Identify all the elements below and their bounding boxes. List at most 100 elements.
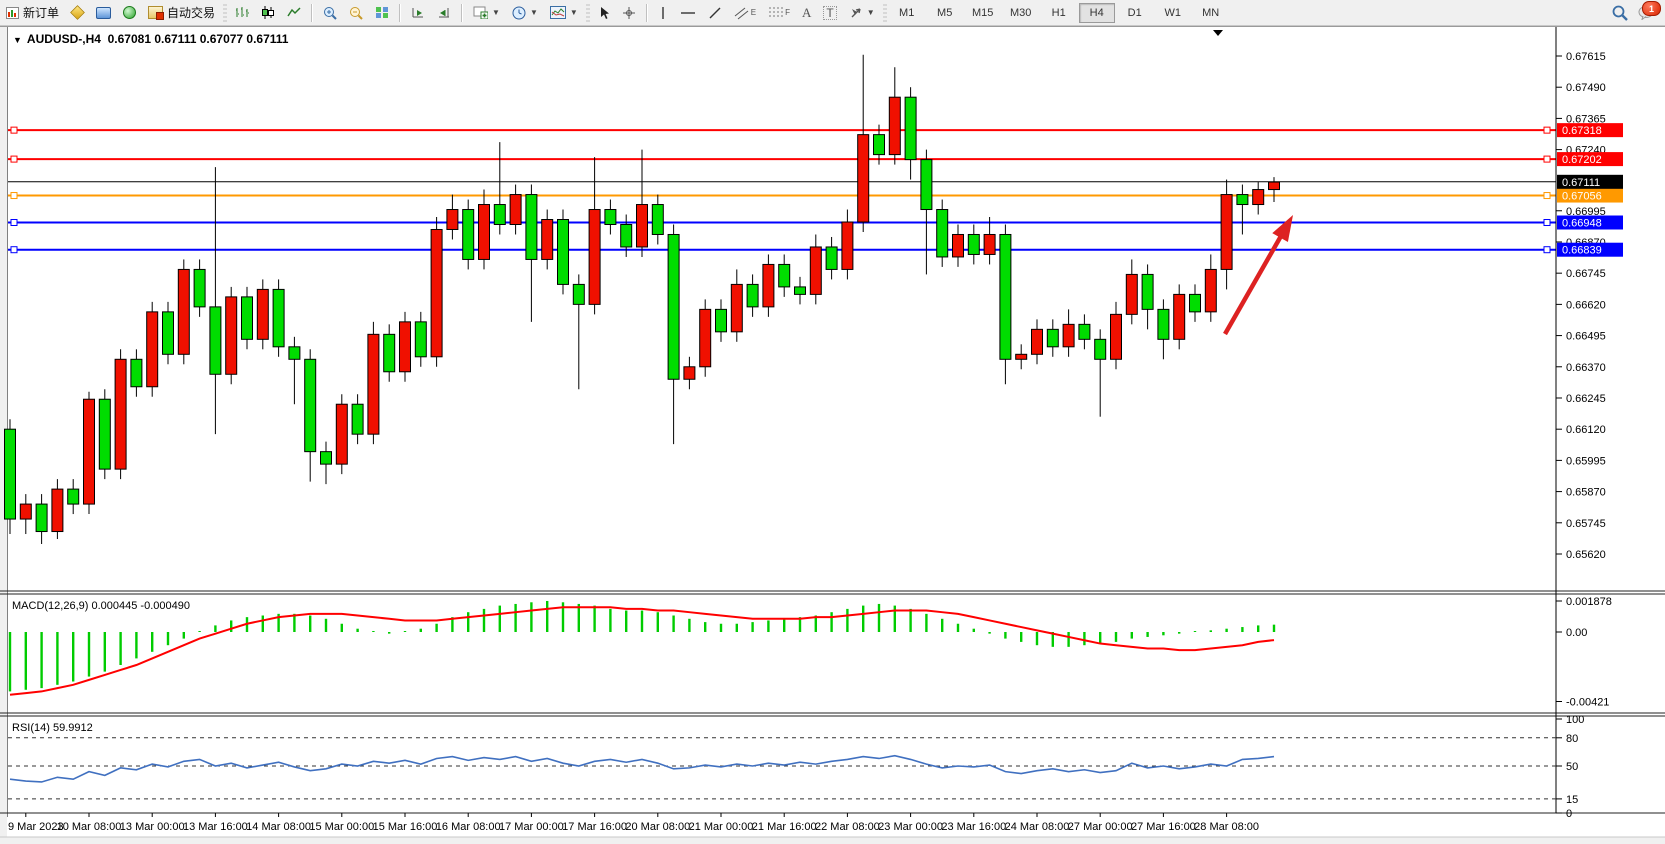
svg-text:28 Mar 08:00: 28 Mar 08:00 bbox=[1194, 821, 1259, 833]
svg-text:17 Mar 00:00: 17 Mar 00:00 bbox=[499, 821, 564, 833]
candle bbox=[826, 247, 837, 269]
line-handle bbox=[11, 219, 17, 225]
new-order-label: 新订单 bbox=[23, 4, 59, 21]
candle bbox=[558, 220, 569, 285]
toolbar-separator bbox=[399, 4, 401, 22]
line-handle bbox=[11, 127, 17, 133]
line-handle bbox=[1544, 247, 1550, 253]
chart-shift-button[interactable] bbox=[431, 2, 457, 24]
notifications-icon[interactable]: 1 bbox=[1638, 5, 1655, 20]
tile-windows-button[interactable] bbox=[369, 2, 395, 24]
svg-text:0.66745: 0.66745 bbox=[1566, 268, 1606, 280]
svg-text:100: 100 bbox=[1566, 714, 1584, 726]
timeframe-button-h1[interactable]: H1 bbox=[1041, 3, 1077, 23]
templates-button[interactable]: ▼ bbox=[544, 2, 584, 24]
candle bbox=[289, 347, 300, 359]
label-tool-button[interactable]: T bbox=[817, 2, 842, 24]
candle bbox=[368, 334, 379, 434]
zoom-out-button[interactable] bbox=[343, 2, 369, 24]
candle bbox=[795, 287, 806, 294]
timeframe-button-mn[interactable]: MN bbox=[1193, 3, 1229, 23]
svg-text:16 Mar 08:00: 16 Mar 08:00 bbox=[436, 821, 501, 833]
cursor-icon bbox=[598, 6, 610, 20]
candle bbox=[163, 312, 174, 354]
data-window-button[interactable] bbox=[90, 2, 117, 24]
candle bbox=[384, 334, 395, 371]
candle bbox=[700, 309, 711, 366]
svg-text:27 Mar 16:00: 27 Mar 16:00 bbox=[1131, 821, 1196, 833]
candle bbox=[147, 312, 158, 387]
svg-text:9 Mar 2023: 9 Mar 2023 bbox=[8, 821, 64, 833]
navigator-button[interactable] bbox=[117, 2, 142, 24]
new-chart-button[interactable]: ▼ bbox=[467, 2, 506, 24]
text-tool-icon: A bbox=[802, 5, 811, 21]
candle bbox=[1221, 195, 1232, 270]
svg-text:0.66120: 0.66120 bbox=[1566, 424, 1606, 436]
svg-text:0.66495: 0.66495 bbox=[1566, 331, 1606, 343]
svg-text:-0.00421: -0.00421 bbox=[1566, 696, 1609, 708]
svg-text:0.66370: 0.66370 bbox=[1566, 362, 1606, 374]
bar-chart-button[interactable] bbox=[229, 2, 255, 24]
svg-text:15 Mar 16:00: 15 Mar 16:00 bbox=[373, 821, 438, 833]
candle bbox=[1126, 274, 1137, 314]
candle bbox=[953, 234, 964, 256]
candle bbox=[1079, 324, 1090, 339]
svg-text:50: 50 bbox=[1566, 761, 1578, 773]
candle bbox=[984, 234, 995, 254]
candle bbox=[1253, 190, 1264, 205]
candle bbox=[352, 404, 363, 434]
channel-icon bbox=[734, 6, 750, 20]
svg-text:0.65620: 0.65620 bbox=[1566, 549, 1606, 561]
line-chart-button[interactable] bbox=[281, 2, 307, 24]
candle bbox=[1047, 329, 1058, 346]
horizontal-line-icon bbox=[680, 8, 696, 18]
timeframe-button-m30[interactable]: M30 bbox=[1003, 3, 1039, 23]
candle bbox=[431, 229, 442, 356]
candlestick-chart-icon bbox=[261, 6, 275, 19]
chart-window: 0.676150.674900.673650.672400.669950.668… bbox=[0, 26, 1665, 844]
price-chart[interactable]: 0.676150.674900.673650.672400.669950.668… bbox=[0, 27, 1665, 844]
candle bbox=[905, 97, 916, 159]
candle bbox=[494, 205, 505, 225]
crosshair-tool-button[interactable] bbox=[616, 2, 642, 24]
period-button[interactable]: ▼ bbox=[506, 2, 544, 24]
monitor-icon bbox=[96, 7, 111, 19]
timeframe-button-d1[interactable]: D1 bbox=[1117, 3, 1153, 23]
channel-tool-button[interactable]: E bbox=[728, 2, 762, 24]
toolbar-separator bbox=[461, 4, 463, 22]
candle bbox=[5, 429, 16, 519]
candle bbox=[447, 210, 458, 230]
timeframe-button-m15[interactable]: M15 bbox=[965, 3, 1001, 23]
horizontal-line-tool-button[interactable] bbox=[674, 2, 702, 24]
text-tool-button[interactable]: A bbox=[796, 2, 817, 24]
market-watch-button[interactable] bbox=[65, 2, 90, 24]
timeframe-button-w1[interactable]: W1 bbox=[1155, 3, 1191, 23]
timeframe-button-m5[interactable]: M5 bbox=[927, 3, 963, 23]
candle bbox=[194, 269, 205, 306]
candle bbox=[68, 489, 79, 504]
candle bbox=[131, 359, 142, 386]
vertical-line-tool-button[interactable] bbox=[652, 2, 674, 24]
candle bbox=[621, 224, 632, 246]
candlestick-chart-button[interactable] bbox=[255, 2, 281, 24]
svg-text:0.67056: 0.67056 bbox=[1562, 191, 1602, 203]
auto-trading-button[interactable]: 自动交易 bbox=[142, 2, 221, 24]
cursor-tool-button[interactable] bbox=[592, 2, 616, 24]
main-toolbar: 新订单 自动交易 ▼ ▼ ▼ bbox=[0, 0, 1665, 26]
zoom-in-button[interactable] bbox=[317, 2, 343, 24]
new-order-icon bbox=[6, 7, 19, 19]
trendline-tool-button[interactable] bbox=[702, 2, 728, 24]
timeframe-button-m1[interactable]: M1 bbox=[889, 3, 925, 23]
timeframe-button-h4[interactable]: H4 bbox=[1079, 3, 1115, 23]
svg-text:0.65745: 0.65745 bbox=[1566, 518, 1606, 530]
candle bbox=[889, 97, 900, 154]
svg-text:21 Mar 00:00: 21 Mar 00:00 bbox=[689, 821, 754, 833]
new-order-button[interactable]: 新订单 bbox=[0, 2, 65, 24]
auto-scroll-button[interactable] bbox=[405, 2, 431, 24]
fibonacci-tool-button[interactable]: F bbox=[762, 2, 796, 24]
svg-text:0.66245: 0.66245 bbox=[1566, 393, 1606, 405]
search-icon[interactable] bbox=[1612, 5, 1628, 21]
arrows-tool-button[interactable]: ▼ bbox=[843, 2, 881, 24]
candle bbox=[1016, 354, 1027, 359]
line-handle bbox=[1544, 219, 1550, 225]
